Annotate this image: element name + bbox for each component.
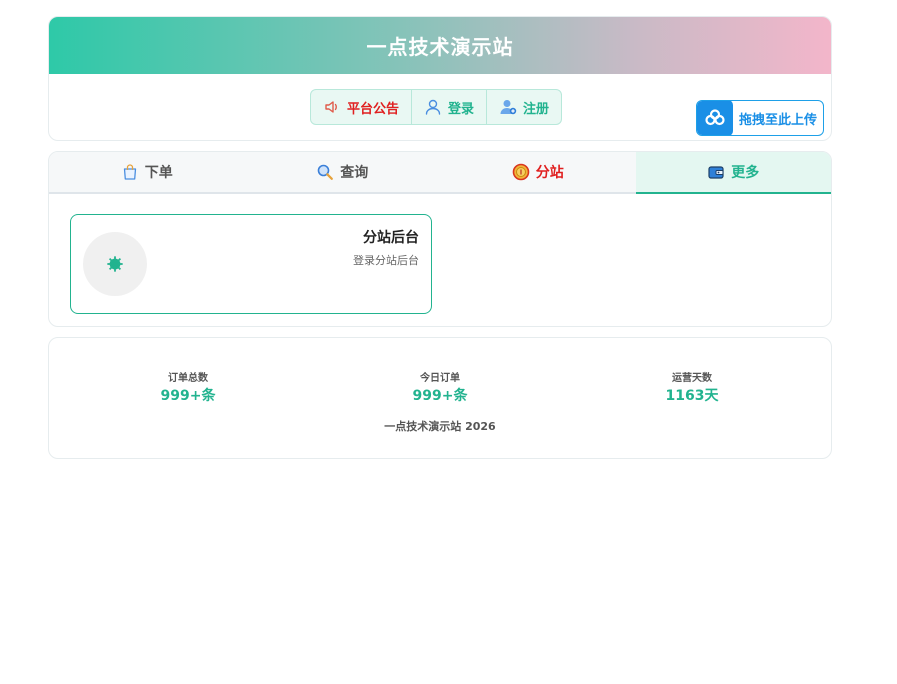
register-label: 注册 [523,101,550,117]
tab-more-label: 更多 [731,165,760,181]
gear-icon [107,256,123,272]
stat-value: 999+条 [160,388,216,404]
shopping-bag-icon [123,164,136,180]
notice-label: 平台公告 [347,101,400,117]
stat-label: 订单总数 [168,373,208,384]
login-label: 登录 [448,101,475,117]
tab-order-label: 下单 [144,165,173,181]
top-nav: 平台公告 登录 注册 [310,89,563,125]
user-icon [425,99,441,115]
header-card: 一点技术演示站 平台公告 登录 注册 拖拽至此上传 [48,16,832,141]
entry-title: 分站后台 [363,230,419,246]
search-icon [317,164,334,180]
register-button[interactable]: 注册 [487,90,561,124]
stat-label: 今日订单 [420,373,460,384]
tab-query-label: 查询 [340,165,369,181]
add-user-icon [500,100,517,115]
entry-icon-circle [83,232,147,296]
notice-button[interactable]: 平台公告 [311,90,413,124]
stat-label: 运营天数 [672,373,712,384]
stats-card: 订单总数 999+条 今日订单 999+条 运营天数 1163天 一点技术演示站… [48,337,832,459]
cloud-icon [697,101,733,135]
coin-icon [512,163,530,181]
stat-value: 999+条 [412,388,468,404]
tab-substation-label: 分站 [535,165,564,181]
speaker-icon [325,101,337,113]
tab-bar: 下单 查询 分站 更多 [49,152,831,194]
stat-total-orders: 订单总数 999+条 [108,369,268,405]
stat-today-orders: 今日订单 999+条 [360,369,520,405]
site-title: 一点技术演示站 [366,35,514,59]
tab-order[interactable]: 下单 [49,152,245,192]
upload-label: 拖拽至此上传 [739,112,818,128]
tab-substation[interactable]: 分站 [440,152,636,192]
tab-more[interactable]: 更多 [635,152,831,194]
tab-query[interactable]: 查询 [245,152,441,192]
login-button[interactable]: 登录 [412,90,488,124]
header-banner: 一点技术演示站 [49,17,831,74]
upload-button[interactable]: 拖拽至此上传 [696,100,824,136]
wallet-icon [708,166,724,179]
entry-subtitle: 登录分站后台 [353,254,419,267]
substation-admin-card[interactable]: 分站后台 登录分站后台 [70,214,432,314]
stat-value: 1163天 [665,388,719,404]
footer-copyright: 一点技术演示站 2026 [384,420,496,433]
tabs-card: 下单 查询 分站 更多 分站后台 登录分站后台 [48,151,832,327]
stat-operation-days: 运营天数 1163天 [612,369,772,405]
